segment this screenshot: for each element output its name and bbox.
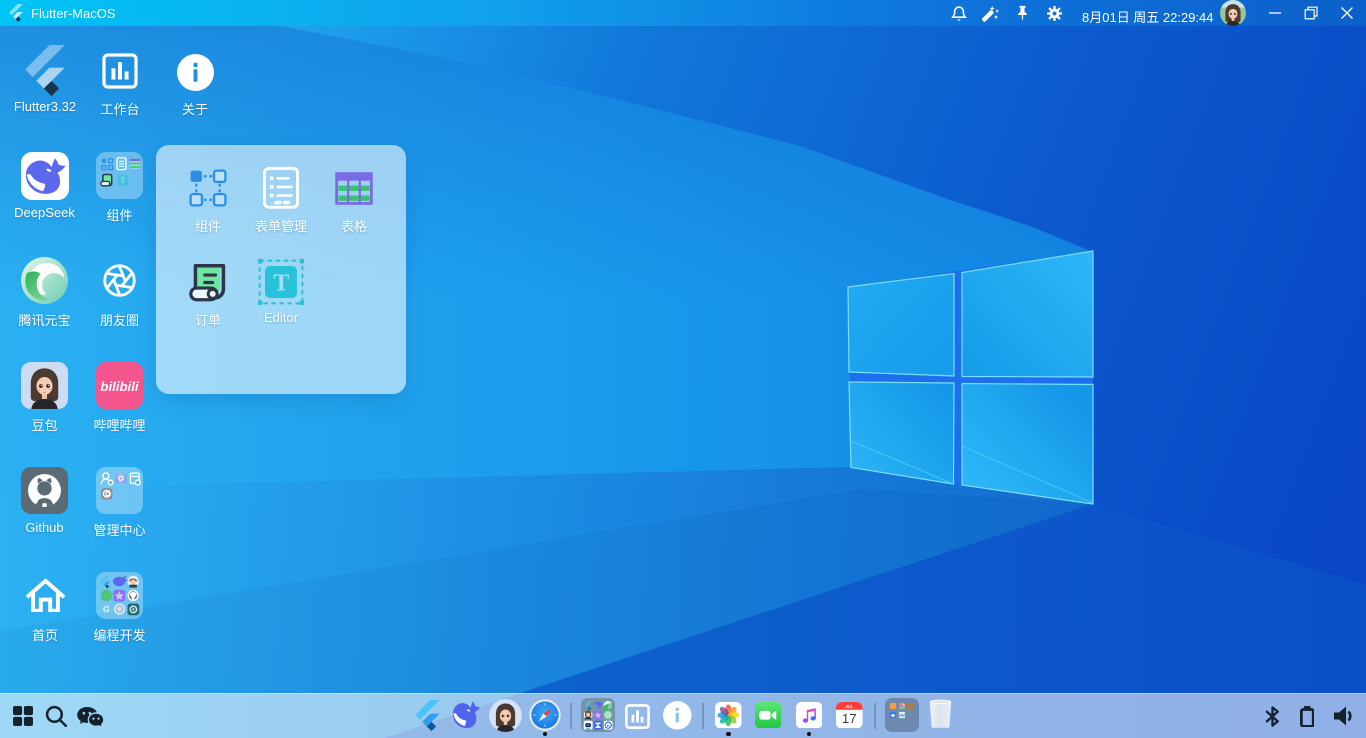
svg-text:T: T <box>121 176 126 185</box>
svg-text:T: T <box>273 271 289 297</box>
svg-text:G: G <box>103 603 110 613</box>
svg-text:bilibili: bilibili <box>100 379 138 394</box>
